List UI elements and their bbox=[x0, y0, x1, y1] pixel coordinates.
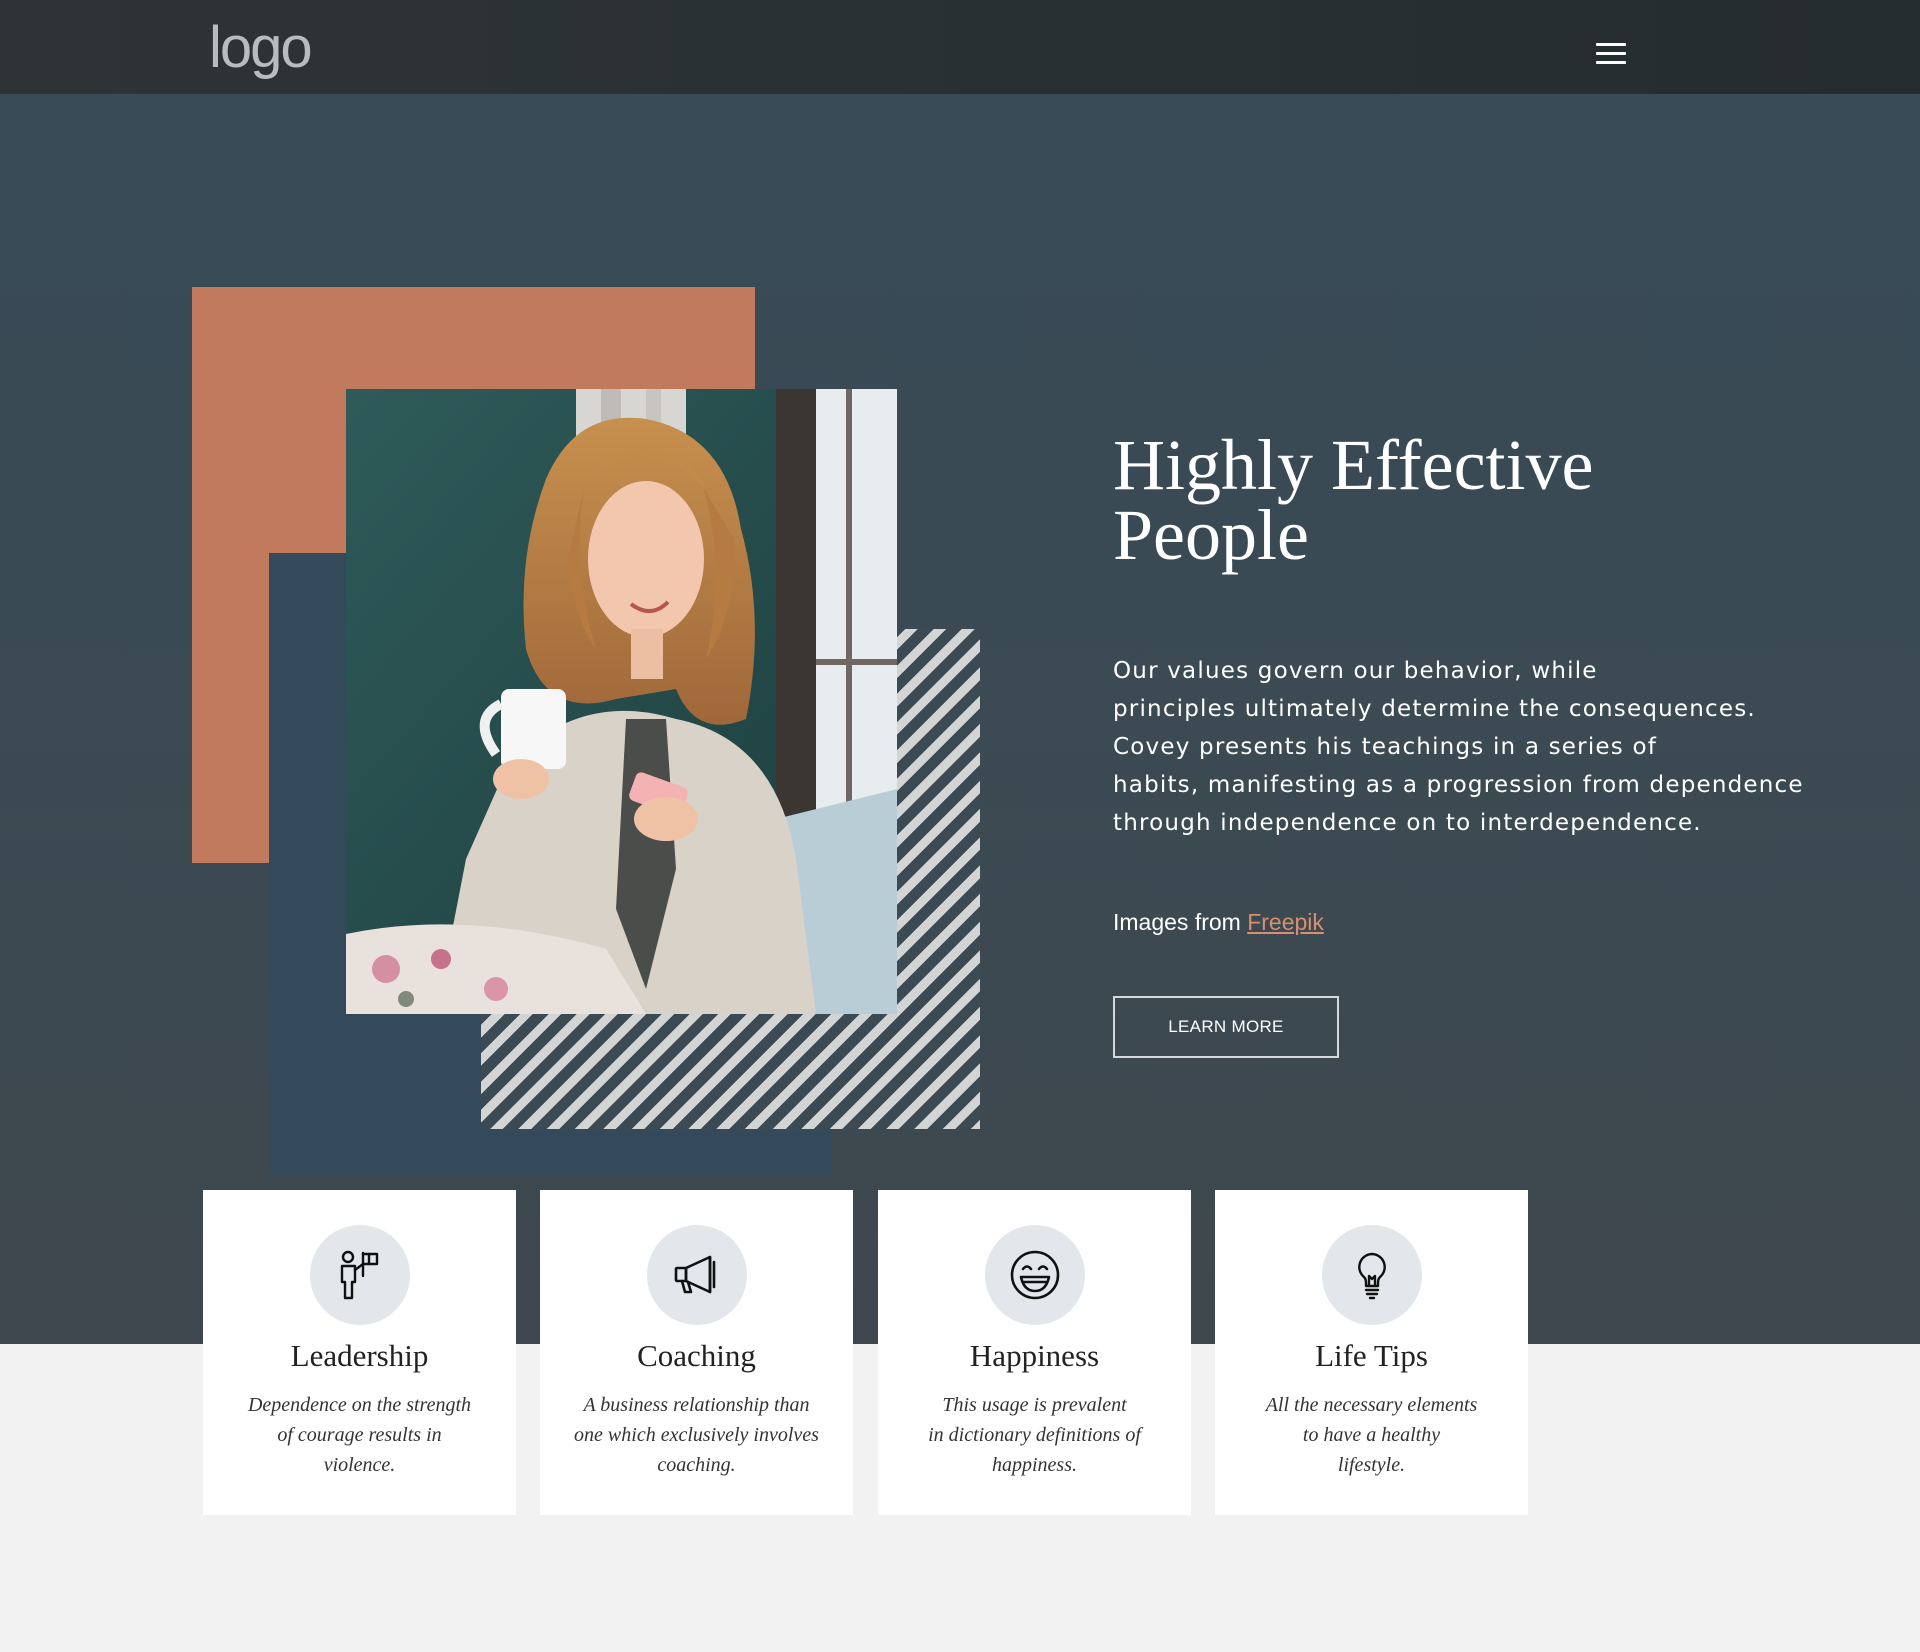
card-title: Life Tips bbox=[1315, 1338, 1428, 1373]
feature-card-coaching[interactable]: Coaching A business relationship than on… bbox=[540, 1190, 853, 1515]
icon-circle bbox=[984, 1225, 1085, 1325]
freepik-link[interactable]: Freepik bbox=[1247, 909, 1324, 935]
hero-photo-illustration bbox=[346, 389, 897, 1014]
image-credit-prefix: Images from bbox=[1113, 909, 1248, 935]
hero-description-line: Covey presents his teachings in a series… bbox=[1113, 734, 1658, 760]
hamburger-line bbox=[1596, 43, 1626, 46]
hero-description-line: through independence on to interdependen… bbox=[1113, 810, 1702, 836]
learn-more-button[interactable]: LEARN MORE bbox=[1113, 996, 1339, 1058]
image-credit: Images from Freepik bbox=[1113, 909, 1324, 936]
megaphone-icon bbox=[674, 1255, 715, 1294]
hero-title-line: People bbox=[1113, 495, 1309, 575]
hero-title-line: Highly Effective bbox=[1113, 425, 1594, 505]
icon-circle bbox=[309, 1225, 410, 1325]
card-description-line: This usage is prevalent bbox=[942, 1394, 1127, 1416]
lightbulb-icon bbox=[1357, 1252, 1386, 1300]
card-description: A business relationship than one which e… bbox=[568, 1390, 825, 1480]
hero-section: Highly Effective People Our values gover… bbox=[0, 94, 1920, 1344]
card-description-line: lifestyle. bbox=[1337, 1454, 1406, 1476]
hero-photo-woman-with-coffee bbox=[346, 389, 897, 1014]
card-description-line: Dependence on the strength bbox=[247, 1394, 472, 1416]
hero-description-line: principles ultimately determine the cons… bbox=[1113, 696, 1756, 722]
card-description-line: to have a healthy bbox=[1302, 1424, 1441, 1446]
card-description-line: of courage results in bbox=[277, 1424, 442, 1446]
card-description-line: happiness. bbox=[992, 1454, 1077, 1476]
hamburger-line bbox=[1596, 61, 1626, 64]
site-logo[interactable]: logo bbox=[209, 8, 313, 88]
site-header: logo bbox=[0, 0, 1920, 94]
card-description-line: violence. bbox=[323, 1454, 396, 1476]
smiley-face-icon bbox=[1010, 1250, 1059, 1300]
card-title: Coaching bbox=[637, 1338, 756, 1373]
card-title: Happiness bbox=[969, 1338, 1100, 1373]
hero-description-line: habits, manifesting as a progression fro… bbox=[1113, 772, 1804, 798]
card-description-line: one which exclusively involves bbox=[574, 1424, 819, 1446]
hero-description-line: Our values govern our behavior, while bbox=[1113, 658, 1598, 684]
card-description: Dependence on the strength of courage re… bbox=[231, 1390, 488, 1480]
feature-card-leadership[interactable]: Leadership Dependence on the strength of… bbox=[203, 1190, 516, 1515]
icon-circle bbox=[646, 1225, 747, 1325]
card-description-line: A business relationship than bbox=[583, 1394, 810, 1416]
card-description-line: All the necessary elements bbox=[1265, 1394, 1478, 1416]
card-description-line: in dictionary definitions of bbox=[928, 1424, 1141, 1446]
hamburger-menu-icon[interactable] bbox=[1596, 43, 1626, 67]
icon-circle bbox=[1321, 1225, 1422, 1325]
hero-title: Highly Effective People bbox=[1113, 429, 1753, 571]
card-description: This usage is prevalent in dictionary de… bbox=[906, 1390, 1163, 1480]
hamburger-line bbox=[1596, 52, 1626, 55]
feature-card-life-tips[interactable]: Life Tips All the necessary elements to … bbox=[1215, 1190, 1528, 1515]
leader-flag-icon bbox=[340, 1250, 378, 1300]
card-title: Leadership bbox=[290, 1338, 429, 1373]
hero-description: Our values govern our behavior, while pr… bbox=[1113, 652, 1803, 842]
card-description: All the necessary elements to have a hea… bbox=[1243, 1390, 1500, 1480]
card-description-line: coaching. bbox=[657, 1454, 736, 1476]
feature-card-happiness[interactable]: Happiness This usage is prevalent in dic… bbox=[878, 1190, 1191, 1515]
